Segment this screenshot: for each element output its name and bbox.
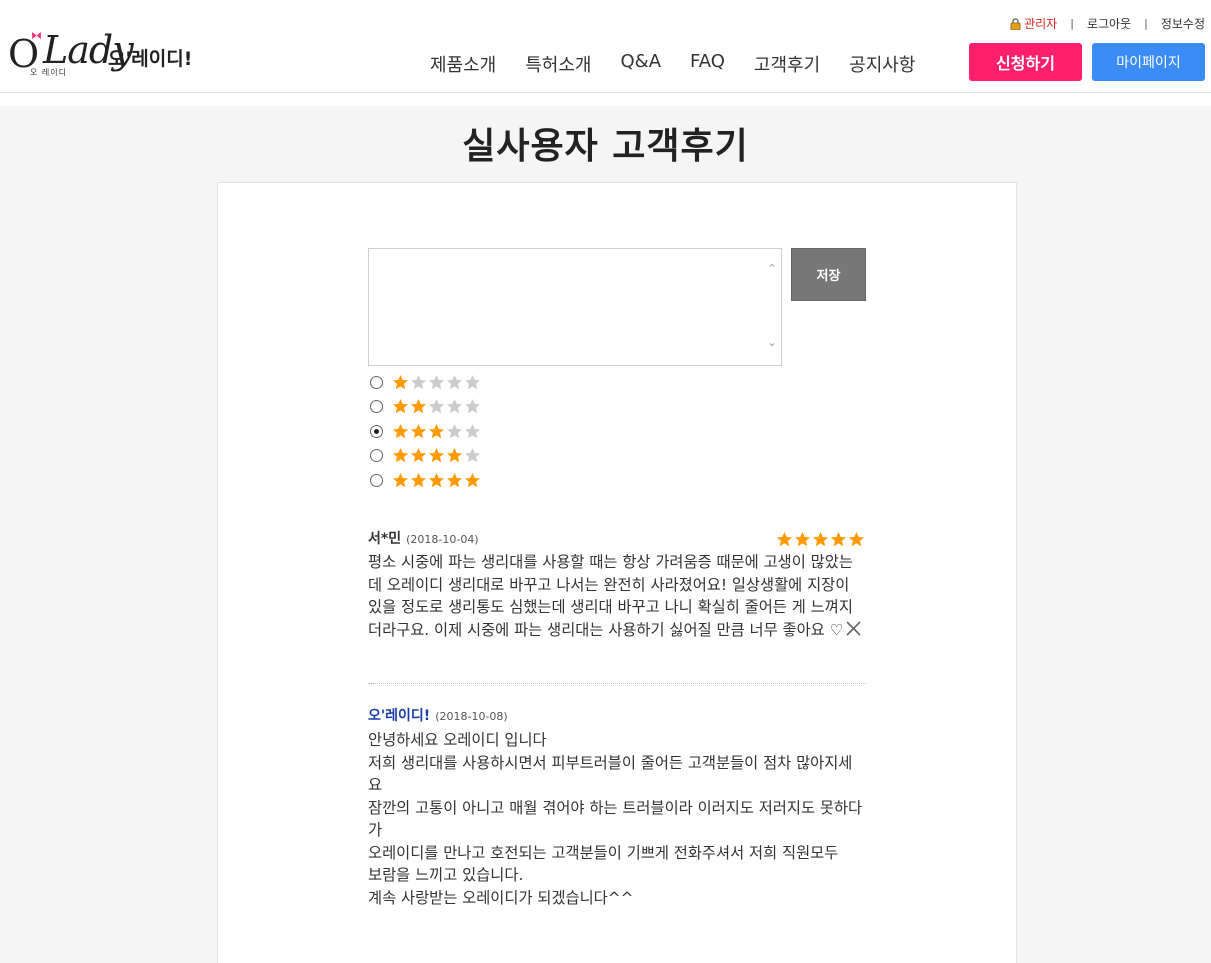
star-filled-icon: [447, 472, 462, 487]
delete-icon[interactable]: [846, 620, 861, 636]
separator: |: [1144, 17, 1148, 30]
logout-link[interactable]: 로그아웃: [1087, 15, 1131, 32]
rating-stars: [392, 398, 482, 415]
review-date: (2018-10-04): [406, 533, 479, 546]
scroll-up-icon[interactable]: ⌃: [765, 262, 779, 275]
admin-reply: 오'레이디! (2018-10-08) 안녕하세요 오레이디 입니다 저희 생리…: [368, 705, 866, 909]
rating-option[interactable]: [370, 468, 482, 493]
page-title: 실사용자 고객후기: [462, 126, 749, 167]
star-filled-icon: [429, 423, 444, 438]
reply-line: 저희 생리대를 사용하시면서 피부트러블이 줄어든 고객분들이 점차 많아지세요: [368, 753, 853, 795]
mypage-button[interactable]: 마이페이지: [1092, 43, 1205, 81]
nav-qna[interactable]: Q&A: [621, 51, 662, 77]
reply-line: 안녕하세요 오레이디 입니다: [368, 731, 547, 749]
rating-stars: [392, 472, 482, 489]
review-author: 서*민: [368, 531, 402, 547]
review-item: 서*민 (2018-10-04) 평소 시중에 파는 생리대를 사용할 때는 항…: [368, 528, 866, 641]
star-empty-icon: [447, 399, 462, 414]
rating-option[interactable]: [370, 395, 482, 420]
star-empty-icon: [411, 374, 426, 389]
star-filled-icon: [393, 448, 408, 463]
nav-reviews[interactable]: 고객후기: [754, 51, 820, 77]
star-filled-icon: [795, 532, 810, 547]
rating-radio[interactable]: [370, 449, 383, 463]
rating-radio[interactable]: [370, 424, 383, 438]
nav-faq[interactable]: FAQ: [690, 51, 725, 77]
reply-line: 계속 사랑받는 오레이디가 되겠습니다^^: [368, 888, 634, 907]
star-filled-icon: [411, 399, 426, 414]
nav-product[interactable]: 제품소개: [430, 51, 496, 77]
save-button[interactable]: 저장: [791, 248, 866, 301]
rating-option[interactable]: [370, 370, 482, 395]
star-filled-icon: [429, 472, 444, 487]
reply-line: 오레이디를 만나고 호전되는 고객분들이 기쁘게 전화주셔서 저희 직원모두: [368, 843, 839, 862]
site-logo[interactable]: O Lady 오 레이디 오'레이디!: [8, 10, 198, 80]
reply-line: 잠깐의 고통이 아니고 매월 겪어야 하는 트러블이라 이러지도 저러지도 못하…: [368, 798, 863, 840]
reply-header: 오'레이디! (2018-10-08): [368, 705, 866, 727]
review-header: 서*민 (2018-10-04): [368, 528, 866, 550]
star-empty-icon: [465, 423, 480, 438]
admin-label: 관리자: [1024, 17, 1058, 31]
star-filled-icon: [831, 532, 846, 547]
edit-info-link[interactable]: 정보수정: [1161, 15, 1205, 32]
apply-button[interactable]: 신청하기: [969, 43, 1082, 81]
lock-icon: [1010, 17, 1021, 30]
star-empty-icon: [465, 374, 480, 389]
nav-patent[interactable]: 특허소개: [525, 51, 591, 77]
scroll-down-icon[interactable]: ⌄: [765, 336, 779, 349]
reply-line: 보람을 느끼고 있습니다.: [368, 866, 524, 884]
rating-option[interactable]: [370, 444, 482, 469]
divider: [368, 683, 866, 684]
star-filled-icon: [813, 532, 828, 547]
review-textarea[interactable]: [368, 248, 782, 366]
rating-option[interactable]: [370, 419, 482, 444]
star-filled-icon: [777, 532, 792, 547]
star-empty-icon: [429, 399, 444, 414]
rating-radio[interactable]: [370, 400, 383, 414]
main-nav: 제품소개 특허소개 Q&A FAQ 고객후기 공지사항: [430, 51, 944, 77]
star-filled-icon: [411, 423, 426, 438]
star-filled-icon: [393, 374, 408, 389]
star-empty-icon: [447, 374, 462, 389]
star-filled-icon: [393, 399, 408, 414]
reply-author: 오'레이디!: [368, 708, 431, 724]
star-empty-icon: [465, 399, 480, 414]
star-filled-icon: [429, 448, 444, 463]
star-filled-icon: [849, 532, 864, 547]
rating-radio[interactable]: [370, 375, 383, 389]
rating-stars: [392, 374, 482, 391]
star-filled-icon: [393, 472, 408, 487]
star-filled-icon: [447, 448, 462, 463]
nav-notice[interactable]: 공지사항: [849, 51, 915, 77]
review-text: 평소 시중에 파는 생리대를 사용할 때는 항상 가려움증 때문에 고생이 많았…: [368, 553, 853, 639]
star-empty-icon: [447, 423, 462, 438]
star-filled-icon: [393, 423, 408, 438]
admin-link[interactable]: 관리자: [1010, 15, 1057, 32]
star-filled-icon: [411, 472, 426, 487]
rating-radio[interactable]: [370, 473, 383, 487]
star-filled-icon: [411, 448, 426, 463]
utility-links: 관리자 | 로그아웃 | 정보수정: [1010, 15, 1205, 32]
star-empty-icon: [429, 374, 444, 389]
star-empty-icon: [465, 448, 480, 463]
star-filled-icon: [465, 472, 480, 487]
separator: |: [1070, 17, 1074, 30]
site-header: O Lady 오 레이디 오'레이디! 관리자 | 로그아웃 | 정보수정 제품…: [0, 0, 1211, 93]
logo-subtext: 오 레이디: [30, 68, 67, 77]
review-rating: [776, 531, 866, 548]
rating-stars: [392, 447, 482, 464]
bow-icon: [32, 32, 41, 39]
reply-date: (2018-10-08): [435, 710, 508, 723]
review-body: 평소 시중에 파는 생리대를 사용할 때는 항상 가려움증 때문에 고생이 많았…: [368, 551, 866, 641]
rating-options: [370, 370, 482, 493]
reply-body: 안녕하세요 오레이디 입니다 저희 생리대를 사용하시면서 피부트러블이 줄어든…: [368, 729, 866, 909]
logo-korean: 오'레이디!: [108, 48, 193, 70]
rating-stars: [392, 423, 482, 440]
